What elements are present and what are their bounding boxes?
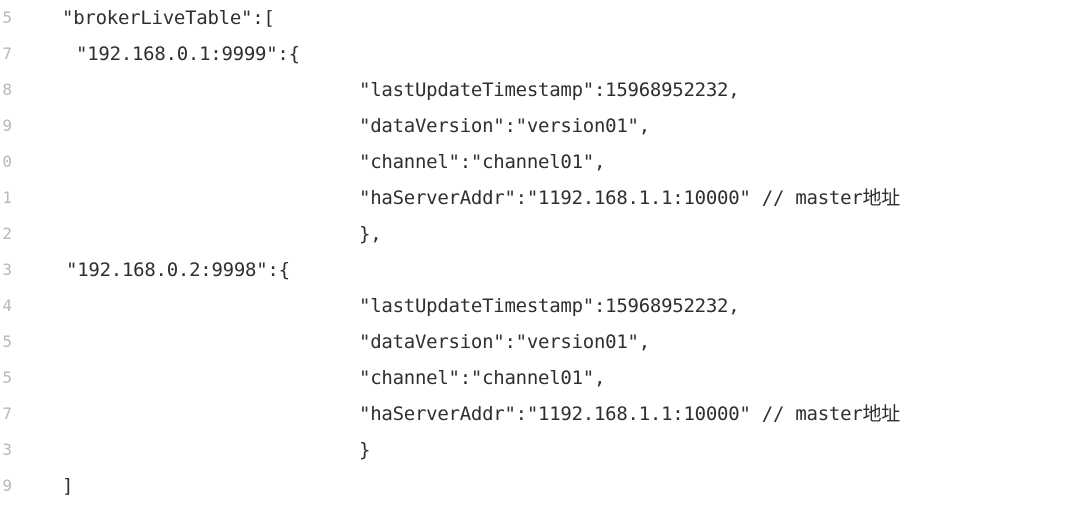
code-line: "dataVersion":"version01", <box>359 115 650 137</box>
code-line: "lastUpdateTimestamp":15968952232, <box>359 79 740 101</box>
code-line: "haServerAddr":"1192.168.1.1:10000" // m… <box>359 187 901 209</box>
code-line: "brokerLiveTable":[ <box>62 7 275 29</box>
code-line: }, <box>359 223 382 245</box>
code-line: "channel":"channel01", <box>359 151 606 173</box>
code-line: "lastUpdateTimestamp":15968952232, <box>359 295 740 317</box>
code-line: "dataVersion":"version01", <box>359 331 650 353</box>
code-line: } <box>359 439 371 461</box>
code-line: "192.168.0.2:9998":{ <box>66 259 290 281</box>
code-line: ] <box>62 475 74 497</box>
code-line: "haServerAddr":"1192.168.1.1:10000" // m… <box>359 403 901 425</box>
code-content: "brokerLiveTable":[ "192.168.0.1:9999":{… <box>0 0 1086 514</box>
code-line: "channel":"channel01", <box>359 367 606 389</box>
code-editor: 5 7 8 9 0 1 2 3 4 5 5 7 3 9 "brokerLiveT… <box>0 0 1086 514</box>
code-line: "192.168.0.1:9999":{ <box>76 43 300 65</box>
